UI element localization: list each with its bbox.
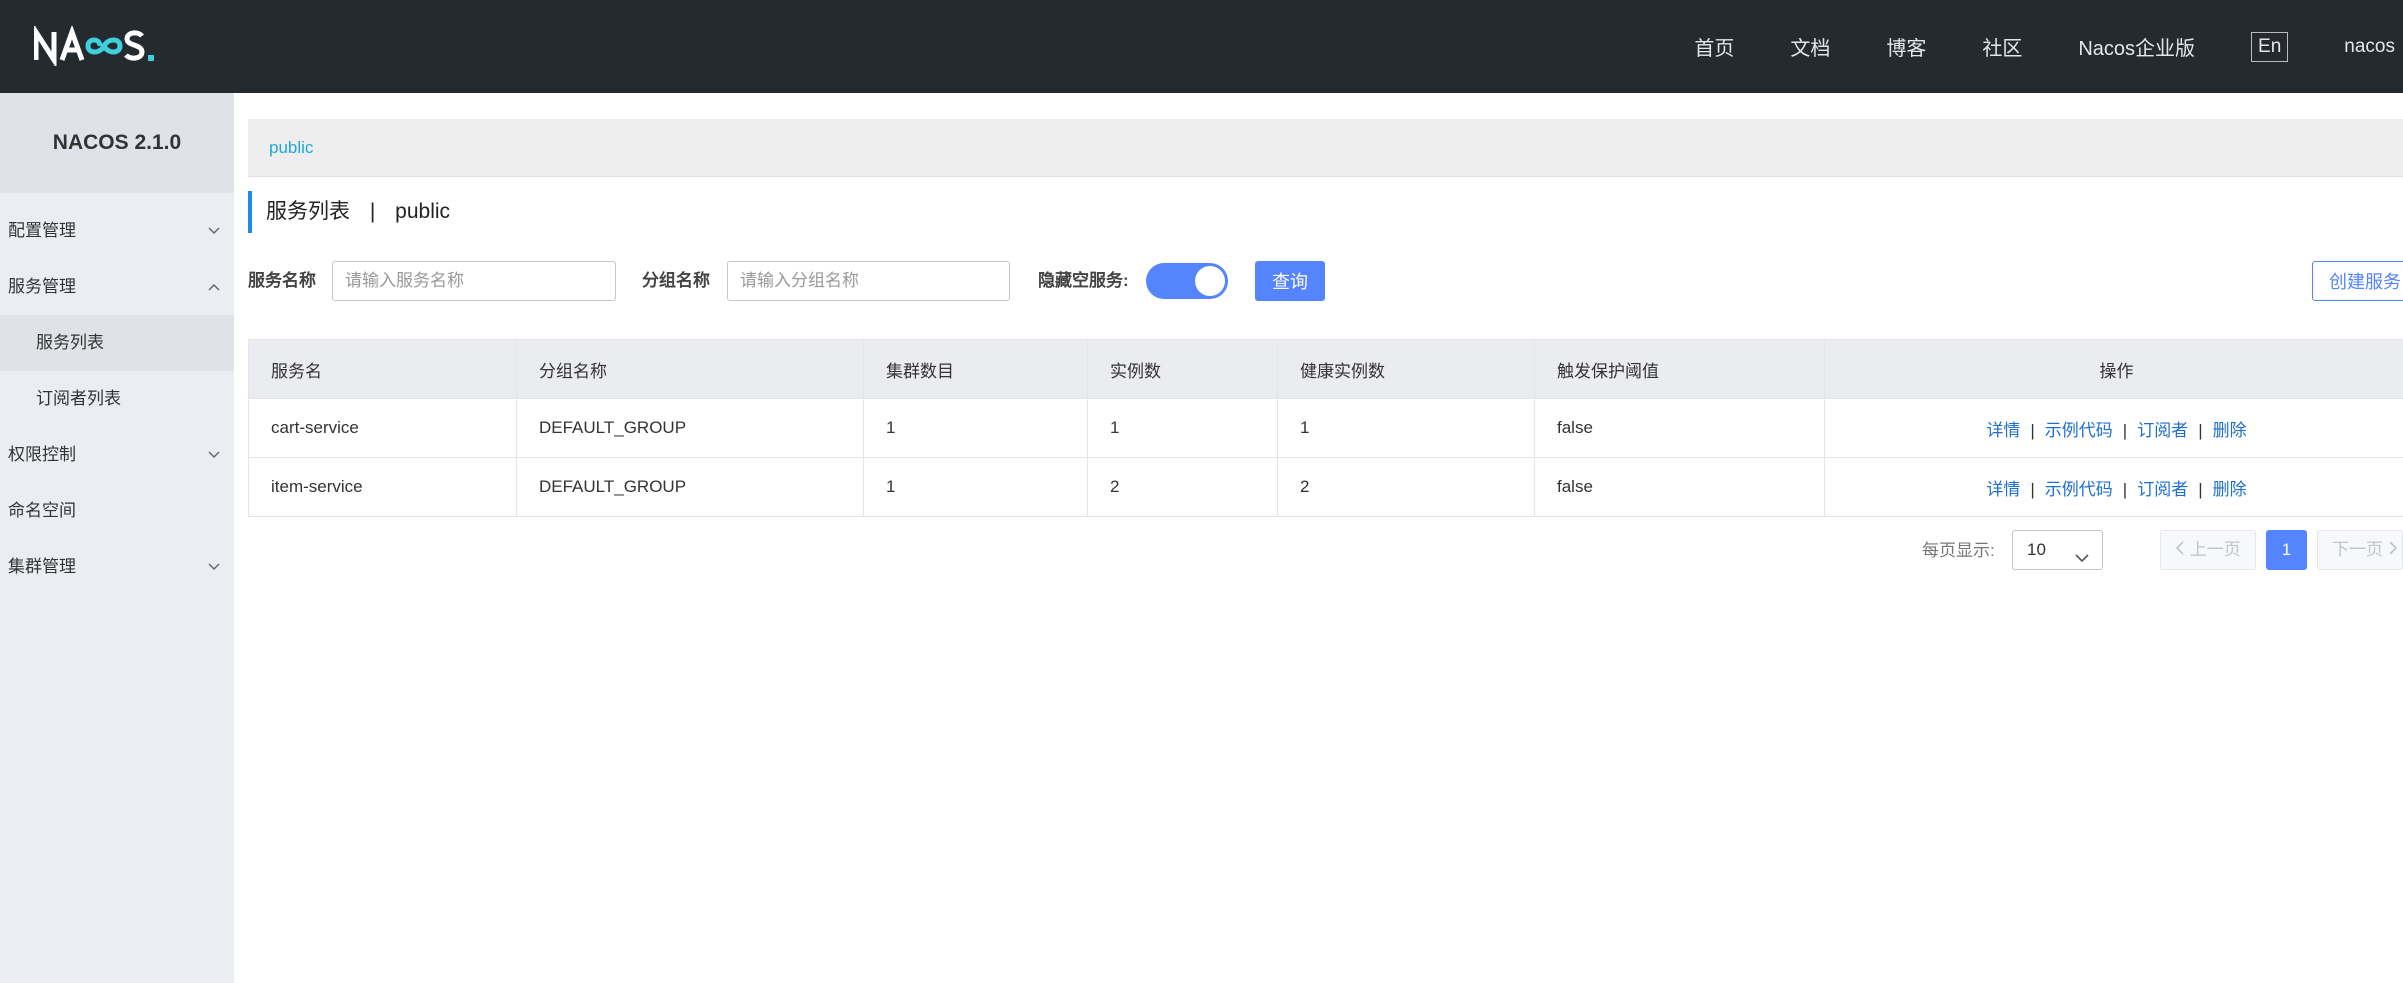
service-name-input[interactable]	[332, 261, 616, 301]
sidebar-item-service-list[interactable]: 服务列表	[0, 315, 234, 371]
delete-link[interactable]: 删除	[2213, 480, 2247, 499]
cell-healthy-count: 2	[1277, 457, 1535, 517]
pagination: 每页显示: 10 上一页 1 下一页	[248, 530, 2403, 572]
page-title: 服务列表 | public	[248, 191, 450, 233]
sidebar-item-label: 权限控制	[8, 445, 76, 464]
nacos-logo[interactable]	[34, 24, 170, 68]
cell-instance-count: 2	[1087, 457, 1278, 517]
sample-code-link[interactable]: 示例代码	[2045, 421, 2113, 440]
chevron-down-icon	[2074, 541, 2090, 579]
action-separator: |	[2030, 420, 2035, 440]
chevron-down-icon	[208, 203, 220, 259]
cell-protect-threshold: false	[1534, 398, 1825, 458]
nav-home[interactable]: 首页	[1694, 32, 1734, 61]
service-name-label: 服务名称	[248, 271, 316, 290]
sample-code-link[interactable]: 示例代码	[2045, 480, 2113, 499]
sidebar-item-config[interactable]: 配置管理	[0, 203, 234, 259]
cell-service-name: item-service	[248, 457, 517, 517]
chevron-down-icon	[208, 539, 220, 595]
action-separator: |	[2198, 420, 2203, 440]
chevron-left-icon	[2175, 540, 2190, 559]
nav-community[interactable]: 社区	[1982, 32, 2022, 61]
page-size-value: 10	[2027, 540, 2046, 559]
user-name[interactable]: nacos	[2344, 36, 2395, 58]
language-switch-button[interactable]: En	[2251, 31, 2289, 62]
detail-link[interactable]: 详情	[1986, 480, 2020, 499]
column-header: 触发保护阈值	[1534, 339, 1825, 399]
filter-bar: 服务名称 分组名称 隐藏空服务: 查询 创建服务	[248, 261, 2403, 301]
sidebar-item-cluster[interactable]: 集群管理	[0, 539, 234, 595]
cell-group-name: DEFAULT_GROUP	[516, 398, 864, 458]
sidebar-item-label: 服务管理	[8, 277, 76, 296]
top-header: 首页 文档 博客 社区 Nacos企业版 En nacos	[0, 0, 2403, 93]
chevron-up-icon	[208, 259, 220, 315]
group-name-input[interactable]	[727, 261, 1010, 301]
namespace-link-public[interactable]: public	[269, 138, 313, 157]
column-header: 实例数	[1087, 339, 1278, 399]
column-header: 服务名	[248, 339, 517, 399]
cell-group-name: DEFAULT_GROUP	[516, 457, 864, 517]
page-number-current[interactable]: 1	[2266, 530, 2307, 570]
cell-cluster-count: 1	[863, 457, 1088, 517]
next-page-button[interactable]: 下一页	[2317, 530, 2403, 570]
column-header: 集群数目	[863, 339, 1088, 399]
service-table: 服务名 分组名称 集群数目 实例数 健康实例数 触发保护阈值 操作 cart-s…	[248, 339, 2403, 517]
sidebar-item-auth[interactable]: 权限控制	[0, 427, 234, 483]
sidebar-item-label: 配置管理	[8, 221, 76, 240]
sidebar-item-namespace[interactable]: 命名空间	[0, 483, 234, 539]
chevron-down-icon	[208, 427, 220, 483]
prev-page-label: 上一页	[2189, 540, 2241, 559]
hide-empty-label: 隐藏空服务:	[1038, 271, 1129, 290]
sidebar-menu: 配置管理 服务管理 服务列表 订阅者列表 权限控制 命名空间 集群管理	[0, 203, 234, 595]
column-header: 健康实例数	[1277, 339, 1535, 399]
detail-link[interactable]: 详情	[1986, 421, 2020, 440]
subscribers-link[interactable]: 订阅者	[2137, 480, 2188, 499]
cell-protect-threshold: false	[1534, 457, 1825, 517]
action-separator: |	[2122, 420, 2128, 440]
version-label: NACOS 2.1.0	[0, 93, 234, 193]
action-separator: |	[2030, 479, 2035, 499]
subscribers-link[interactable]: 订阅者	[2137, 421, 2188, 440]
cell-actions: 详情 | 示例代码 | 订阅者 | 删除	[1824, 457, 2403, 517]
create-service-button[interactable]: 创建服务	[2312, 261, 2403, 301]
nav-enterprise[interactable]: Nacos企业版	[2078, 32, 2195, 61]
cell-actions: 详情 | 示例代码 | 订阅者 | 删除	[1824, 398, 2403, 458]
top-nav: 首页 文档 博客 社区 Nacos企业版 En nacos	[1694, 0, 2403, 93]
query-button[interactable]: 查询	[1255, 261, 1325, 301]
nav-docs[interactable]: 文档	[1790, 32, 1830, 61]
namespace-bar: public	[248, 119, 2403, 177]
next-page-label: 下一页	[2332, 540, 2383, 559]
cell-healthy-count: 1	[1277, 398, 1535, 458]
cell-instance-count: 1	[1087, 398, 1278, 458]
toggle-knob	[1195, 266, 1225, 296]
group-name-label: 分组名称	[642, 271, 710, 290]
delete-link[interactable]: 删除	[2213, 421, 2247, 440]
sidebar-item-service[interactable]: 服务管理	[0, 259, 234, 315]
column-header: 分组名称	[516, 339, 864, 399]
sidebar-item-label: 集群管理	[8, 557, 76, 576]
table-row: cart-service DEFAULT_GROUP 1 1 1 false 详…	[248, 398, 2403, 458]
sidebar-item-label: 命名空间	[8, 501, 76, 520]
action-separator: |	[2122, 479, 2128, 499]
main-content: public 服务列表 | public 服务名称 分组名称 隐藏空服务: 查询…	[248, 93, 2403, 983]
nacos-logo-mark	[34, 26, 154, 66]
cell-service-name: cart-service	[248, 398, 517, 458]
action-separator: |	[2198, 479, 2203, 499]
sidebar: NACOS 2.1.0 配置管理 服务管理 服务列表 订阅者列表 权限控制 命名…	[0, 93, 234, 983]
page-size-label: 每页显示:	[1922, 541, 1995, 560]
sidebar-item-subscriber-list[interactable]: 订阅者列表	[0, 371, 234, 427]
page-title-separator: |	[369, 200, 376, 223]
page-title-text: 服务列表	[266, 200, 350, 223]
cell-cluster-count: 1	[863, 398, 1088, 458]
table-header-row: 服务名 分组名称 集群数目 实例数 健康实例数 触发保护阈值 操作	[248, 339, 2403, 399]
nav-blog[interactable]: 博客	[1886, 32, 1926, 61]
chevron-right-icon	[2388, 540, 2398, 559]
prev-page-button[interactable]: 上一页	[2160, 530, 2256, 570]
page-title-namespace: public	[395, 200, 451, 223]
table-row: item-service DEFAULT_GROUP 1 2 2 false 详…	[248, 457, 2403, 517]
column-header: 操作	[1824, 339, 2403, 399]
hide-empty-toggle[interactable]	[1146, 263, 1228, 299]
page-size-select[interactable]: 10	[2012, 530, 2103, 570]
